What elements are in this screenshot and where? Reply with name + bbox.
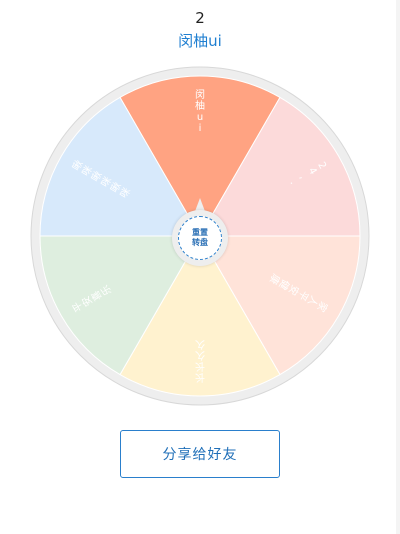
spin-count: 2 bbox=[195, 9, 205, 27]
segment-label-char: 久 bbox=[195, 349, 205, 361]
segment-label-char: 长 bbox=[195, 371, 205, 383]
reset-label-line1: 重置 bbox=[192, 228, 208, 237]
segment-label-char: 长 bbox=[195, 360, 205, 372]
wheel-title: 闵柚ui bbox=[178, 32, 222, 50]
segment-label-char: 柚 bbox=[195, 99, 205, 112]
reset-wheel-button[interactable]: 重置 转盘 bbox=[178, 216, 222, 260]
segment-label-char: u bbox=[197, 112, 203, 123]
segment-label-char: 久 bbox=[195, 338, 205, 350]
segment-label-char: i bbox=[199, 123, 202, 134]
segment-label-char: 闵 bbox=[195, 88, 205, 101]
share-to-friend-button[interactable]: 分享给好友 bbox=[120, 430, 280, 478]
segment-label: 长长久久 bbox=[195, 338, 205, 383]
reset-label-line2: 转盘 bbox=[192, 238, 208, 247]
scroll-edge bbox=[396, 0, 400, 534]
